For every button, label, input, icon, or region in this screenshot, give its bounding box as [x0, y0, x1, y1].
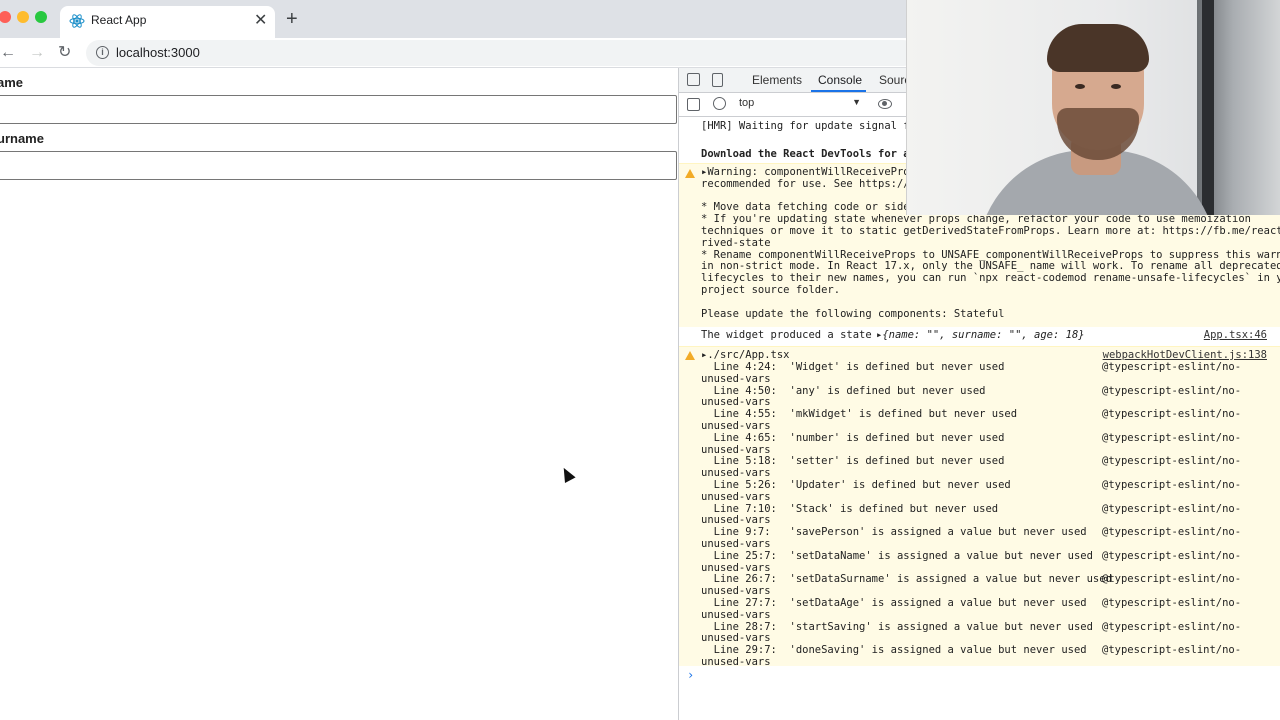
- url-text: localhost:3000: [116, 45, 200, 60]
- active-tab-indicator: [811, 90, 866, 92]
- eslint-rule: @typescript-eslint/no-: [1102, 644, 1242, 657]
- tab-title: React App: [91, 13, 147, 27]
- back-arrow-icon[interactable]: ←: [0, 41, 16, 65]
- warning-line: rived-state: [701, 236, 771, 249]
- warning-line: Please update the following components: …: [701, 307, 1005, 320]
- eslint-rule-wrap: unused-vars: [701, 490, 771, 503]
- maximize-window-button[interactable]: [35, 11, 47, 23]
- sidebar-toggle-icon[interactable]: [687, 98, 700, 111]
- warning-line: recommended for use. See https://f: [701, 177, 916, 190]
- eslint-rule: @typescript-eslint/no-: [1102, 549, 1242, 562]
- webcam-person-hair: [1047, 24, 1149, 72]
- webcam-person-eye: [1111, 84, 1121, 89]
- eslint-rule-wrap: unused-vars: [701, 656, 771, 668]
- screen: React App ✕ + ← → ↻ i localhost:3000 ame…: [0, 0, 1280, 720]
- webcam-person-eye: [1075, 84, 1085, 89]
- eslint-rule: @typescript-eslint/no-: [1102, 408, 1242, 421]
- surname-label: urname: [0, 131, 44, 146]
- eslint-rule: @typescript-eslint/no-: [1102, 455, 1242, 468]
- warning-icon: [685, 169, 695, 178]
- reload-icon[interactable]: ↻: [58, 41, 71, 65]
- minimize-window-button[interactable]: [17, 11, 29, 23]
- device-toolbar-icon[interactable]: [712, 73, 723, 87]
- eslint-rule: @typescript-eslint/no-: [1102, 502, 1242, 515]
- clear-console-icon[interactable]: [713, 97, 726, 110]
- eslint-rule: @typescript-eslint/no-: [1102, 526, 1242, 539]
- inspect-element-icon[interactable]: [687, 73, 700, 86]
- chevron-down-icon: ▼: [852, 97, 861, 107]
- page-content: ame urname: [0, 68, 678, 720]
- eslint-rule: @typescript-eslint/no-: [1102, 573, 1242, 586]
- react-logo-icon: [69, 14, 85, 28]
- eslint-rule: @typescript-eslint/no-: [1102, 479, 1242, 491]
- name-label: ame: [0, 75, 24, 90]
- eslint-rule-wrap: unused-vars: [701, 608, 771, 621]
- hmr-message: [HMR] Waiting for update signal fr: [701, 120, 916, 132]
- name-input[interactable]: [0, 95, 677, 124]
- live-expression-eye-icon[interactable]: [878, 99, 892, 109]
- address-bar[interactable]: i localhost:3000: [86, 40, 916, 66]
- warning-line: project source folder.: [701, 284, 841, 296]
- eslint-row-text: Line 25:7: 'setDataName' is assigned a v…: [701, 549, 1093, 562]
- tab-elements[interactable]: Elements: [752, 73, 802, 87]
- warning-icon: [685, 351, 695, 360]
- context-select[interactable]: top ▼: [739, 97, 861, 113]
- browser-tab[interactable]: React App ✕: [60, 6, 275, 38]
- mouse-cursor-icon: [558, 465, 576, 483]
- context-value: top: [739, 97, 755, 109]
- console-prompt-icon[interactable]: ›: [687, 669, 694, 682]
- webcam-window-frame: [1202, 0, 1214, 215]
- console-log-message: The widget produced a state ▸{name: "", …: [679, 328, 1280, 346]
- webcam-overlay: [906, 0, 1280, 215]
- tab-close-icon[interactable]: ✕: [254, 11, 267, 31]
- eslint-rule: @typescript-eslint/no-: [1102, 384, 1242, 397]
- eslint-rule: @typescript-eslint/no-: [1102, 597, 1242, 609]
- forward-arrow-icon[interactable]: →: [29, 41, 45, 65]
- eslint-row-text: Line 4:65: 'number' is defined but never…: [701, 431, 1005, 444]
- eslint-rule: @typescript-eslint/no-: [1102, 361, 1242, 373]
- eslint-rule: @typescript-eslint/no-: [1102, 620, 1242, 633]
- source-link[interactable]: App.tsx:46: [1204, 329, 1267, 342]
- eslint-warning-message: ▸./src/App.tsx webpackHotDevClient.js:13…: [679, 346, 1280, 668]
- eslint-rule-wrap: unused-vars: [701, 372, 771, 385]
- site-info-icon[interactable]: i: [96, 46, 109, 59]
- close-window-button[interactable]: [0, 11, 11, 23]
- tab-console[interactable]: Console: [818, 73, 862, 87]
- eslint-rule: @typescript-eslint/no-: [1102, 431, 1242, 444]
- warning-line: techniques or move it to static getDeriv…: [701, 225, 1280, 237]
- new-tab-button[interactable]: +: [286, 7, 298, 31]
- log-object[interactable]: ▸{name: "", surname: "", age: 18}: [876, 329, 1085, 342]
- log-text: The widget produced a state: [701, 329, 872, 341]
- devtools-download-message: Download the React DevTools for a: [701, 148, 910, 160]
- surname-input[interactable]: [0, 151, 677, 180]
